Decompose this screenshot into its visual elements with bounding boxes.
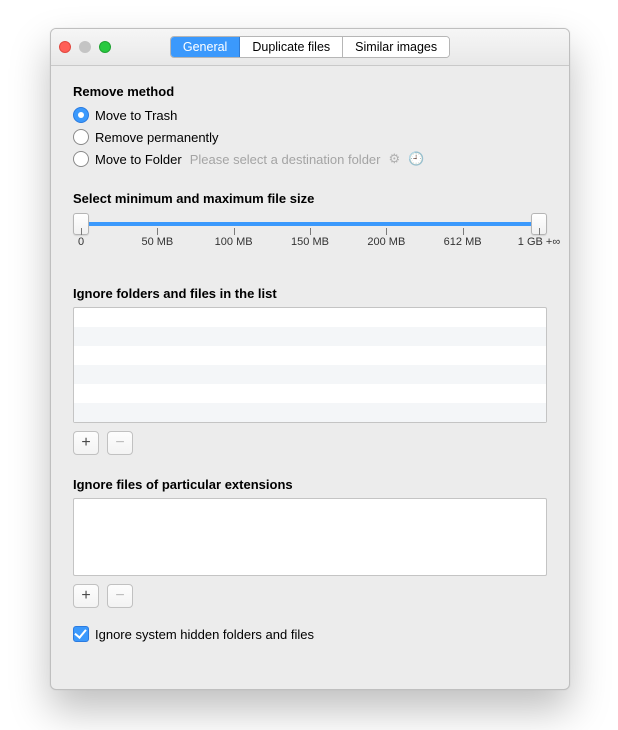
slider-track	[81, 222, 539, 226]
size-slider-heading: Select minimum and maximum file size	[73, 191, 547, 206]
ignore-hidden-label: Ignore system hidden folders and files	[95, 627, 314, 642]
list-row	[74, 403, 546, 422]
destination-folder-hint: Please select a destination folder	[190, 152, 381, 167]
tick-label: 100 MB	[215, 236, 253, 248]
remove-method-heading: Remove method	[73, 84, 547, 99]
list-row	[74, 346, 546, 365]
list-row	[74, 365, 546, 384]
tick-label: 200 MB	[367, 236, 405, 248]
list-row	[74, 327, 546, 346]
ignore-hidden-row[interactable]: Ignore system hidden folders and files	[73, 626, 547, 642]
radio-label: Move to Folder	[95, 152, 182, 167]
add-ignore-folder-button[interactable]: +	[73, 431, 99, 455]
radio-indicator	[73, 151, 89, 167]
radio-move-to-trash[interactable]: Move to Trash	[73, 105, 547, 125]
ignore-list-buttons: + −	[73, 431, 547, 455]
gear-icon[interactable]: ⚙	[389, 151, 401, 167]
radio-label: Move to Trash	[95, 108, 177, 123]
zoom-window-button[interactable]	[99, 41, 111, 53]
radio-indicator	[73, 107, 89, 123]
ignore-ext-heading: Ignore files of particular extensions	[73, 477, 547, 492]
radio-label: Remove permanently	[95, 130, 219, 145]
reveal-icon[interactable]: 🕘	[408, 151, 424, 167]
tick-label: 150 MB	[291, 236, 329, 248]
remove-method-section: Remove method Move to Trash Remove perma…	[73, 84, 547, 169]
tab-similar-images[interactable]: Similar images	[343, 37, 449, 57]
ignore-ext-buttons: + −	[73, 584, 547, 608]
ignore-list[interactable]	[73, 307, 547, 423]
remove-ignore-folder-button[interactable]: −	[107, 431, 133, 455]
minimize-window-button[interactable]	[79, 41, 91, 53]
ignore-ext-list[interactable]	[73, 498, 547, 576]
size-slider-section: Select minimum and maximum file size 0 5…	[73, 191, 547, 246]
tick-label: 612 MB	[444, 236, 482, 248]
tick-label: 1 GB +∞	[518, 236, 560, 248]
list-row	[74, 384, 546, 403]
size-range-slider[interactable]: 0 50 MB 100 MB 150 MB 200 MB 612 MB 1 GB…	[73, 216, 547, 246]
checkbox-indicator	[73, 626, 89, 642]
ignore-list-heading: Ignore folders and files in the list	[73, 286, 547, 301]
radio-indicator	[73, 129, 89, 145]
close-window-button[interactable]	[59, 41, 71, 53]
ignore-list-section: Ignore folders and files in the list + −	[73, 286, 547, 455]
tab-duplicate-files[interactable]: Duplicate files	[240, 37, 343, 57]
remove-ignore-ext-button[interactable]: −	[107, 584, 133, 608]
radio-remove-permanently[interactable]: Remove permanently	[73, 127, 547, 147]
list-row	[74, 308, 546, 327]
preferences-window: General Duplicate files Similar images R…	[50, 28, 570, 690]
window-controls	[59, 41, 111, 53]
content: Remove method Move to Trash Remove perma…	[51, 66, 569, 662]
titlebar: General Duplicate files Similar images	[51, 29, 569, 66]
tick-label: 0	[78, 236, 84, 248]
radio-move-to-folder[interactable]: Move to Folder Please select a destinati…	[73, 149, 547, 169]
tab-general[interactable]: General	[171, 37, 240, 57]
ignore-ext-section: Ignore files of particular extensions + …	[73, 477, 547, 608]
add-ignore-ext-button[interactable]: +	[73, 584, 99, 608]
tab-bar: General Duplicate files Similar images	[170, 36, 450, 58]
tick-label: 50 MB	[141, 236, 173, 248]
